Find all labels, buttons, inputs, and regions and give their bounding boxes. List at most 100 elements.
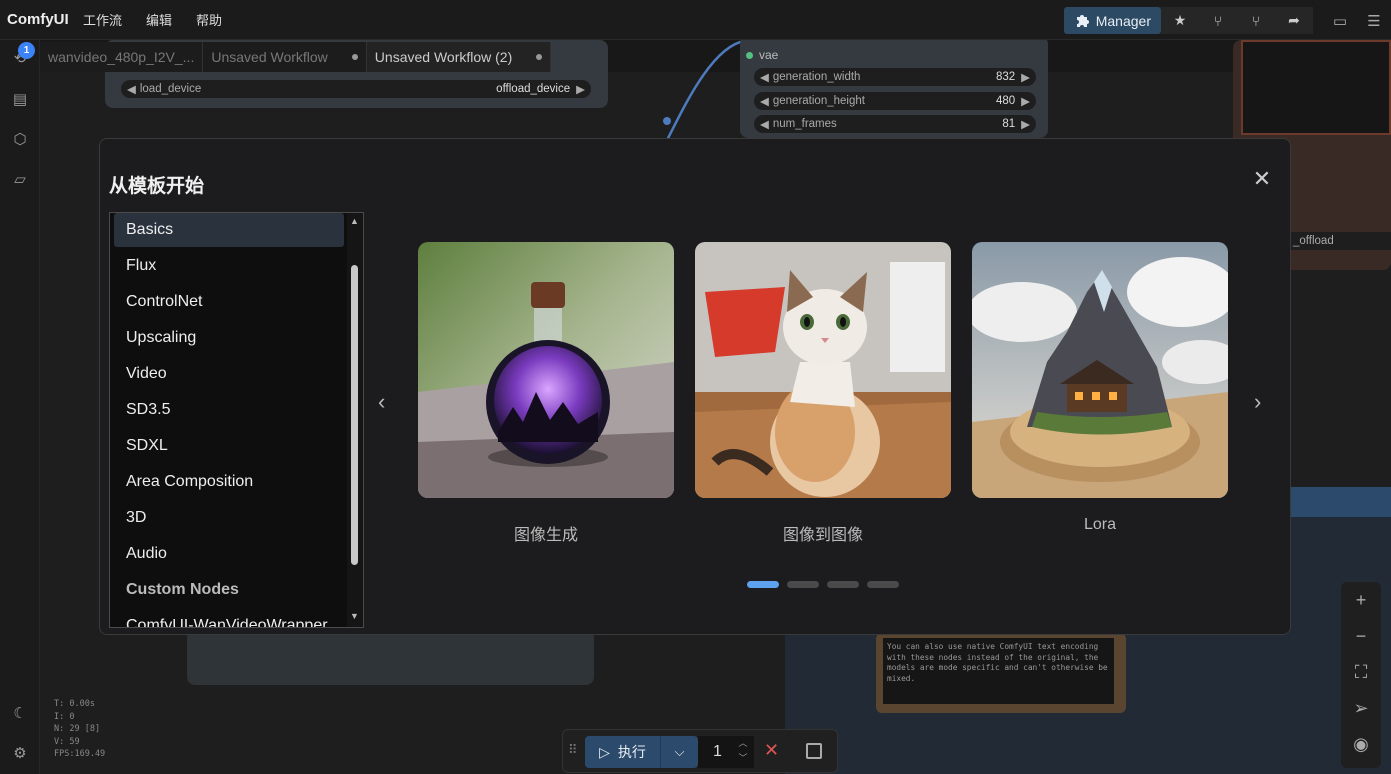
page-dot-2[interactable] (787, 581, 819, 588)
chevron-right-icon[interactable]: ▶ (1021, 70, 1030, 84)
offload-widget[interactable]: _offload (1291, 232, 1391, 250)
close-button[interactable]: ✕ (1252, 166, 1272, 191)
hamburger-button[interactable]: ☰ (1357, 7, 1391, 34)
run-toolbar: ⠿ ▷ 执行 ⌵ 1 ︿ ﹀ ✕ (562, 729, 838, 773)
manager-button[interactable]: Manager (1063, 7, 1161, 34)
generation-height-widget[interactable]: ◀ generation_height 480 ▶ (754, 92, 1036, 110)
theme-toggle-button[interactable]: ☾ (10, 704, 30, 724)
chevron-left-icon[interactable]: ◀ (760, 117, 769, 131)
scroll-up-icon[interactable]: ▲ (350, 216, 359, 226)
unsaved-dot-icon[interactable] (351, 54, 358, 60)
category-sdxl[interactable]: SDXL (114, 429, 344, 463)
minus-icon: − (1355, 626, 1367, 646)
panel-toggle-button[interactable]: ▭ (1323, 7, 1357, 34)
close-icon: ✕ (1252, 166, 1272, 191)
carousel-next-button[interactable]: › (1254, 389, 1261, 415)
fit-view-button[interactable]: ⛶ (1351, 662, 1371, 682)
carousel-prev-button[interactable]: ‹ (378, 389, 385, 415)
num-frames-widget[interactable]: ◀ num_frames 81 ▶ (754, 115, 1036, 133)
cube-icon: ⬡ (13, 131, 27, 148)
settings-button[interactable]: ⚙ (10, 744, 30, 764)
menu-help[interactable]: 帮助 (196, 10, 222, 29)
stop-button[interactable] (806, 743, 822, 759)
generation-width-widget[interactable]: ◀ generation_width 832 ▶ (754, 68, 1036, 86)
template-label-image-to-image: 图像到图像 (782, 527, 863, 544)
chevron-left-icon[interactable]: ◀ (760, 70, 769, 84)
note-node[interactable]: You can also use native ComfyUI text enc… (876, 633, 1126, 713)
load-device-widget[interactable]: ◀ load_device offload_device ▶ (121, 80, 591, 98)
render-stats: T: 0.00s I: 0 N: 29 [8] V: 59 FPS:169.49 (54, 699, 106, 760)
folder-icon: ▱ (14, 171, 26, 188)
scroll-down-icon[interactable]: ▼ (350, 611, 359, 621)
page-dot-1[interactable] (747, 581, 779, 588)
category-basics[interactable]: Basics (114, 213, 344, 247)
bottom-node[interactable] (187, 630, 594, 685)
category-3d[interactable]: 3D (114, 501, 344, 535)
select-mode-button[interactable]: ➢ (1351, 698, 1371, 718)
category-controlnet[interactable]: ControlNet (114, 285, 344, 319)
chevron-left-icon[interactable]: ◀ (760, 94, 769, 108)
category-sd35[interactable]: SD3.5 (114, 393, 344, 427)
canvas-controls: + − ⛶ ➢ ◉ (1341, 582, 1381, 768)
cancel-run-button[interactable]: ✕ (764, 740, 779, 761)
batch-stepper[interactable]: ︿ ﹀ (734, 736, 752, 768)
share-button[interactable]: ➦ (1275, 7, 1313, 34)
prompt-textarea[interactable] (1241, 40, 1391, 135)
chevron-right-icon[interactable]: ▶ (1021, 117, 1030, 131)
template-label-lora: Lora (1083, 516, 1117, 533)
carousel-pagination (747, 581, 899, 588)
increment-icon[interactable]: ︿ (734, 736, 752, 751)
menu-edit[interactable]: 编辑 (146, 10, 172, 29)
category-list[interactable]: Basics Flux ControlNet Upscaling Video S… (109, 212, 364, 628)
category-scrollbar[interactable]: ▲ ▼ (347, 213, 363, 627)
share-arrow-icon: ➦ (1288, 12, 1300, 28)
template-card-image-generation[interactable] (418, 242, 674, 498)
tab-wanvideo[interactable]: wanvideo_480p_I2V_... (40, 42, 204, 72)
category-audio[interactable]: Audio (114, 537, 344, 571)
model-library-button[interactable]: ⬡ (10, 130, 30, 150)
star-icon: ★ (1173, 12, 1187, 28)
category-flux[interactable]: Flux (114, 249, 344, 283)
plus-icon: + (1355, 590, 1367, 610)
scrollbar-thumb[interactable] (351, 265, 358, 565)
link-wire (663, 39, 746, 145)
workflows-button[interactable]: ▱ (10, 170, 30, 190)
page-dot-3[interactable] (827, 581, 859, 588)
decrement-icon[interactable]: ﹀ (734, 751, 752, 766)
queue-badge: 1 (18, 42, 35, 59)
run-button[interactable]: ▷ 执行 (585, 736, 660, 768)
fork-icon: ⑂ (1251, 12, 1261, 29)
drag-handle-icon[interactable]: ⠿ (568, 742, 578, 758)
comfyui-app: ◀ load_device offload_device ▶ vae ◀ gen… (0, 0, 1391, 774)
template-card-lora[interactable] (972, 242, 1228, 498)
chevron-right-icon[interactable]: ▶ (576, 82, 585, 96)
category-upscaling[interactable]: Upscaling (114, 321, 344, 355)
zoom-in-button[interactable]: + (1351, 590, 1371, 610)
toggle-links-button[interactable]: ◉ (1351, 734, 1371, 754)
node-library-button[interactable]: ▤ (10, 90, 30, 110)
panel-icon: ▭ (1332, 12, 1348, 30)
tab-unsaved-2[interactable]: Unsaved Workflow (2) (366, 42, 552, 72)
chevron-right-icon[interactable]: ▶ (1021, 94, 1030, 108)
page-dot-4[interactable] (867, 581, 899, 588)
node-icon-button-2[interactable]: ⑂ (1237, 7, 1275, 34)
node-icon-button[interactable]: ⑂ (1199, 7, 1237, 34)
star-button[interactable]: ★ (1161, 7, 1199, 34)
menu-workflow[interactable]: 工作流 (83, 10, 122, 29)
category-video[interactable]: Video (114, 357, 344, 391)
zoom-out-button[interactable]: − (1351, 626, 1371, 646)
unsaved-dot-icon[interactable] (536, 54, 543, 60)
template-card-image-to-image[interactable] (695, 242, 951, 498)
tab-unsaved-1[interactable]: Unsaved Workflow (203, 42, 367, 72)
vae-input[interactable]: vae (746, 48, 778, 62)
sampler-node[interactable]: vae ◀ generation_width 832 ▶ ◀ generatio… (740, 36, 1048, 138)
category-wanvideowrapper[interactable]: ComfyUI-WanVideoWrapper (114, 609, 344, 627)
puzzle-icon (1076, 14, 1089, 27)
workflow-tabs: wanvideo_480p_I2V_... Unsaved Workflow U… (40, 42, 552, 72)
fork-icon: ⑂ (1213, 12, 1223, 29)
run-mode-dropdown[interactable]: ⌵ (660, 736, 698, 768)
category-area-composition[interactable]: Area Composition (114, 465, 344, 499)
play-icon: ▷ (599, 743, 610, 760)
chevron-right-icon: › (1254, 389, 1262, 414)
chevron-left-icon[interactable]: ◀ (127, 82, 136, 96)
